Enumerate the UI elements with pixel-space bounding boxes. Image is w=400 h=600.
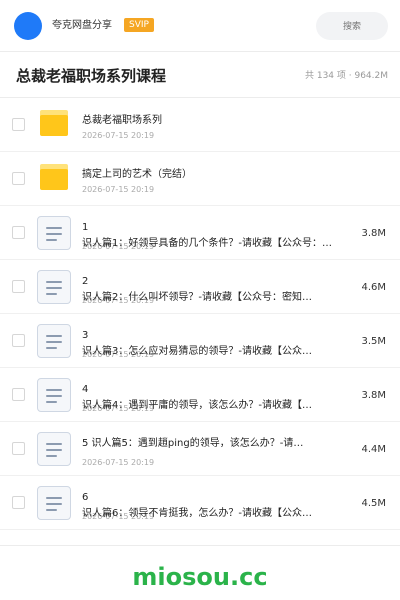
footer-divider [0,545,400,546]
file-name-line: 识人篇6：领导不肯挺我，怎么办？-请收藏【公众… [82,508,312,519]
row-checkbox[interactable] [12,172,25,185]
row-checkbox[interactable] [12,226,25,239]
file-row[interactable]: 2026-07-15 20:19 5 识人篇5：遇到趙ping的领导，该怎么办？… [0,422,400,476]
watermark-text: miosou.cc [132,563,268,591]
document-icon [37,324,71,358]
row-checkbox[interactable] [12,442,25,455]
row-checkbox[interactable] [12,496,25,509]
document-icon [37,486,71,520]
file-row[interactable]: 2026-07-15 20:19 1 识人篇1：好领导具备的几个条件？-请收藏【… [0,206,400,260]
file-name-line: 识人篇2：什么叫坏领导？-请收藏【公众号：密知… [82,292,312,303]
document-icon [37,216,71,250]
file-row[interactable]: 2026-07-15 20:19 3 识人篇3：怎么应对易猜忌的领导？-请收藏【… [0,314,400,368]
sharer-name: 夸克网盘分享 [52,20,112,31]
folder-name: 搞定上司的艺术（完结） [82,169,192,180]
file-name: 1 识人篇1：好领导具备的几个条件？-请收藏【公众号：… [82,220,337,252]
document-icon [37,270,71,304]
file-name-line: 识人篇3：怎么应对易猜忌的领导？-请收藏【公众… [82,346,312,357]
file-size: 3.5M [361,336,386,347]
file-name-line: 6 [82,492,89,503]
file-name: 4 识人篇4：遇到平庸的领导，该怎么办？-请收藏【… [82,382,337,414]
file-name-line: 识人篇4：遇到平庸的领导，该怎么办？-请收藏【… [82,400,312,411]
file-name-line: 1 [82,222,89,233]
file-row[interactable]: 2026-07-15 20:19 4 识人篇4：遇到平庸的领导，该怎么办？-请收… [0,368,400,422]
document-icon [37,378,71,412]
file-name-line: 5 识人篇5：遇到趙ping的领导，该怎么办？-请… [82,438,304,449]
folder-date: 2026-07-15 20:19 [82,185,155,194]
row-checkbox[interactable] [12,388,25,401]
folder-date: 2026-07-15 20:19 [82,131,155,140]
file-size: 3.8M [361,228,386,239]
file-row[interactable]: 2026-07-15 20:19 2 识人篇2：什么叫坏领导？-请收藏【公众号：… [0,260,400,314]
row-checkbox[interactable] [12,280,25,293]
file-name-line: 2 [82,276,89,287]
page-title: 总裁老福职场系列课程 [16,67,167,85]
file-name-line: 4 [82,384,89,395]
document-icon [37,432,71,466]
row-checkbox[interactable] [12,334,25,347]
svip-badge: SVIP [124,18,154,32]
file-row[interactable]: 2026-07-15 20:19 6 识人篇6：领导不肯挺我，怎么办？-请收藏【… [0,476,400,530]
file-size: 4.6M [361,282,386,293]
file-list: 总裁老福职场系列 2026-07-15 20:19 搞定上司的艺术（完结） 20… [0,98,400,530]
title-row: 总裁老福职场系列课程 共 134 项 · 964.2M [0,52,400,98]
file-size: 4.5M [361,498,386,509]
header-bar: 夸克网盘分享 SVIP [0,0,400,52]
row-checkbox[interactable] [12,118,25,131]
folder-row[interactable]: 总裁老福职场系列 2026-07-15 20:19 [0,98,400,152]
avatar[interactable] [14,12,42,40]
file-name-line: 3 [82,330,89,341]
file-size: 3.8M [361,390,386,401]
folder-icon [40,164,68,190]
file-date: 2026-07-15 20:19 [82,458,155,467]
file-size: 4.4M [361,444,386,455]
folder-icon [40,110,68,136]
file-name: 2 识人篇2：什么叫坏领导？-请收藏【公众号：密知… [82,274,337,306]
folder-name: 总裁老福职场系列 [82,115,162,126]
file-name: 3 识人篇3：怎么应对易猜忌的领导？-请收藏【公众… [82,328,337,360]
file-name: 6 识人篇6：领导不肯挺我，怎么办？-请收藏【公众… [82,490,337,522]
folder-row[interactable]: 搞定上司的艺术（完结） 2026-07-15 20:19 [0,152,400,206]
file-name-line: 识人篇1：好领导具备的几个条件？-请收藏【公众号：… [82,238,332,249]
search-input[interactable] [316,12,388,40]
file-name: 5 识人篇5：遇到趙ping的领导，该怎么办？-请… [82,436,337,452]
item-summary: 共 134 项 · 964.2M [304,71,388,81]
